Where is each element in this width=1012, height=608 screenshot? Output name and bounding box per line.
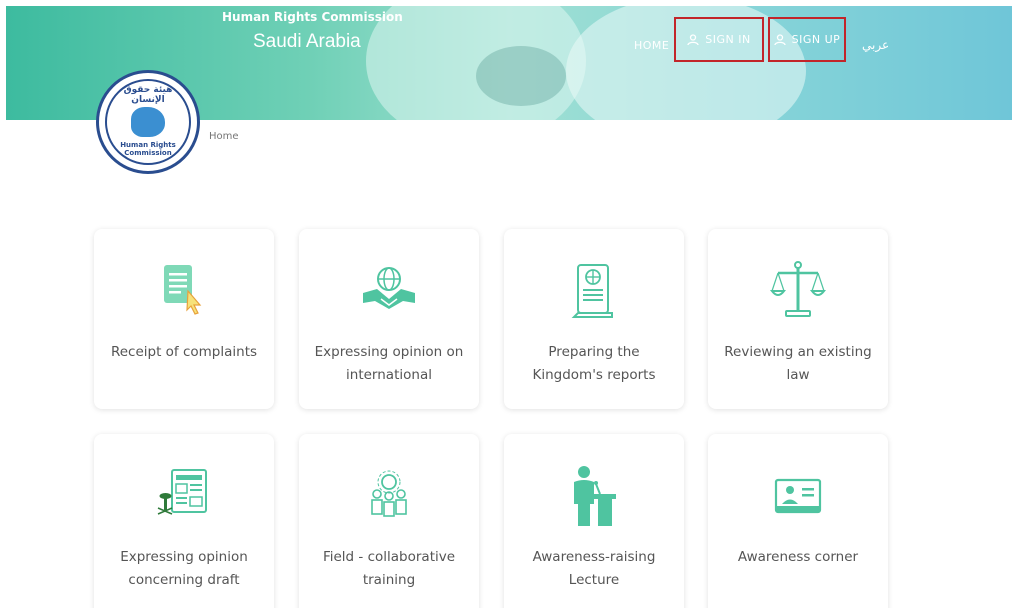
service-card-complaints[interactable]: Receipt of complaints [94, 229, 274, 409]
service-card-draft-opinion[interactable]: Expressing opinion concerning draft [94, 434, 274, 608]
handshake-globe-icon [363, 267, 415, 309]
service-card-international-opinion[interactable]: Expressing opinion on international [299, 229, 479, 409]
banner-decoration [476, 46, 566, 106]
brand-country: Saudi Arabia [253, 31, 361, 52]
sign-up-button[interactable]: SIGN UP [768, 17, 846, 62]
language-switch-link[interactable]: عربي [862, 38, 889, 52]
service-card-label: Field - collaborative training [322, 549, 456, 588]
service-card-field-training[interactable]: Field - collaborative training [299, 434, 479, 608]
service-card-label: Expressing opinion concerning draft [120, 549, 248, 588]
service-card-label: Awareness-raising Lecture [532, 549, 656, 588]
service-card-label: Preparing the Kingdom's reports [532, 344, 656, 383]
commission-logo[interactable]: هيئة حقوق الإنسان Human Rights Commissio… [96, 70, 200, 174]
map-icon [131, 107, 165, 137]
service-card-kingdom-reports[interactable]: Preparing the Kingdom's reports [504, 229, 684, 409]
service-card-awareness-lecture[interactable]: Awareness-raising Lecture [504, 434, 684, 608]
id-board-icon [774, 478, 822, 514]
scales-icon [769, 261, 827, 317]
newspaper-emblem-icon [157, 469, 207, 515]
brand-org-name: Human Rights Commission [222, 10, 403, 24]
document-cursor-icon [164, 265, 202, 315]
service-card-awareness-corner[interactable]: Awareness corner [708, 434, 888, 608]
service-card-reviewing-law[interactable]: Reviewing an existing law [708, 229, 888, 409]
sign-in-button[interactable]: SIGN IN [674, 17, 764, 62]
scroll-globe-icon [571, 264, 613, 318]
user-icon [687, 33, 699, 45]
breadcrumb-home[interactable]: Home [209, 131, 239, 142]
sign-in-label: SIGN IN [705, 33, 751, 46]
service-card-label: Receipt of complaints [110, 344, 258, 360]
team-training-icon [371, 470, 407, 517]
service-card-label: Expressing opinion on international [314, 344, 464, 383]
logo-emblem: هيئة حقوق الإنسان Human Rights Commissio… [105, 79, 191, 165]
nav-home-link[interactable]: HOME [634, 39, 669, 52]
lecturer-podium-icon [574, 466, 616, 526]
service-card-label: Awareness corner [737, 549, 859, 565]
sign-up-label: SIGN UP [791, 33, 841, 46]
user-icon [774, 33, 786, 45]
logo-arabic-text: هيئة حقوق الإنسان [123, 85, 173, 105]
service-card-label: Reviewing an existing law [724, 344, 872, 383]
logo-english-text: Human Rights Commission [120, 141, 176, 157]
